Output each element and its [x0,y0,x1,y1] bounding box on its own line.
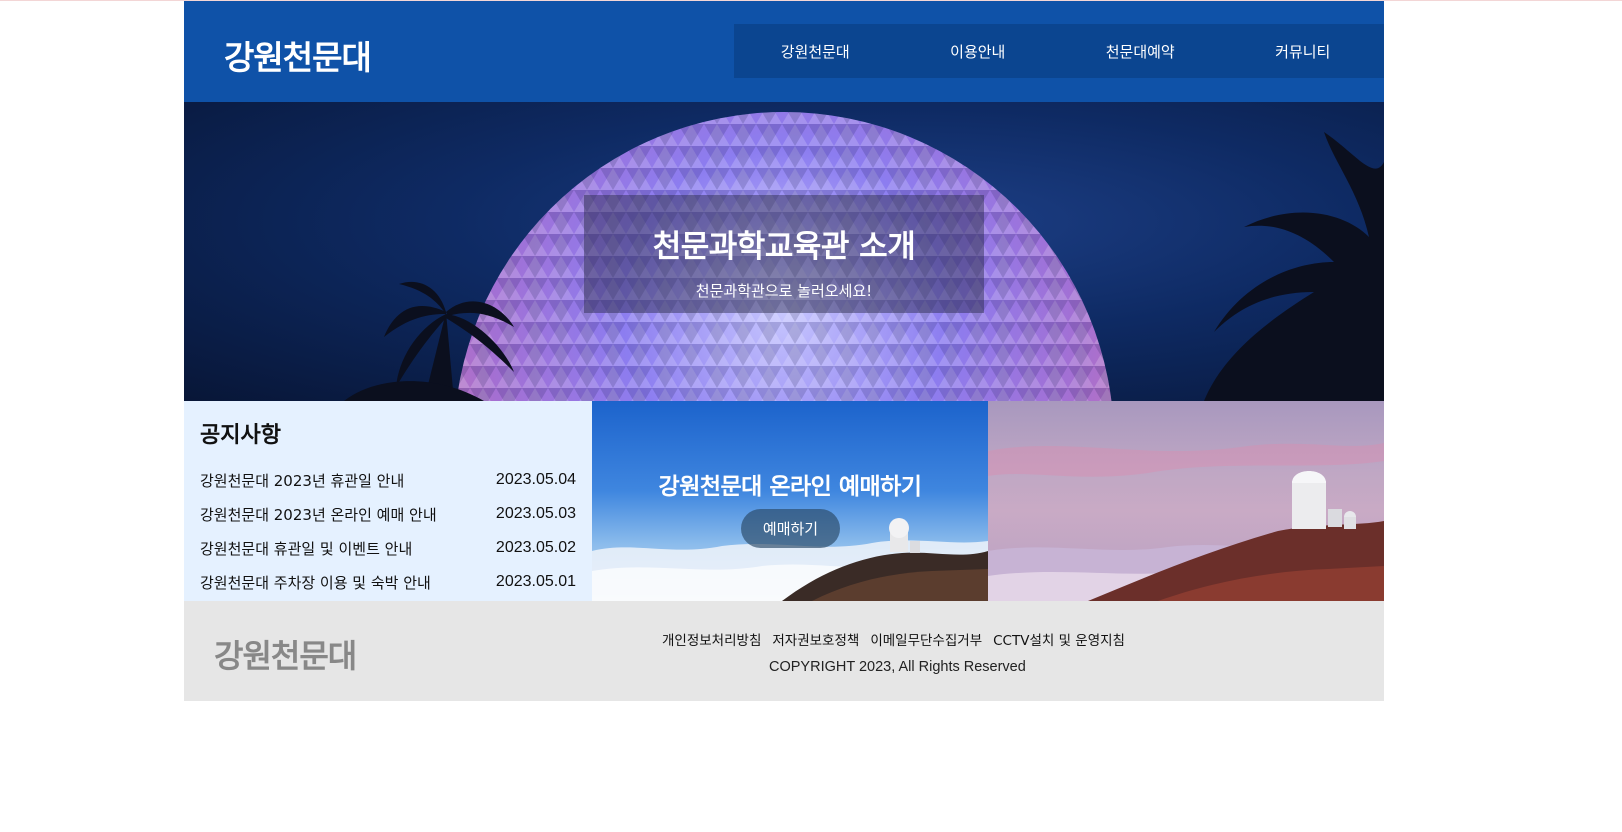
nav-item-reservation[interactable]: 천문대예약 [1059,24,1222,78]
site-footer: 강원천문대 개인정보처리방침 저자권보호정책 이메일무단수집거부 CCTV설치 … [184,601,1384,701]
notice-item-date: 2023.05.04 [495,471,576,488]
footer-link-cctv-policy[interactable]: CCTV설치 및 운영지침 [993,629,1125,649]
site-header: 강원천문대 강원천문대 이용안내 천문대예약 커뮤니티 [184,1,1384,102]
content-row: 공지사항 강원천문대 2023년 휴관일 안내 2023.05.04 강원천문대… [184,401,1384,601]
nav-item-guide[interactable]: 이용안내 [897,24,1060,78]
notice-title: 공지사항 [200,423,281,448]
hero-subtitle: 천문과학관으로 놀러오세요! [695,282,873,300]
booking-panel: 강원천문대 온라인 예매하기 예매하기 [592,401,988,601]
notice-item[interactable]: 강원천문대 2023년 휴관일 안내 2023.05.04 [200,463,576,497]
observatory-clouds-image [988,443,1384,601]
book-now-button[interactable]: 예매하기 [741,509,840,548]
footer-link-copyright-policy[interactable]: 저자권보호정책 [772,629,859,649]
copyright-text: COPYRIGHT 2023, All Rights Reserved [769,659,1026,675]
notice-item-date: 2023.05.02 [495,539,576,556]
notice-item-title[interactable]: 강원천문대 2023년 온라인 예매 안내 [200,504,437,525]
footer-link-privacy[interactable]: 개인정보처리방침 [662,629,761,649]
notice-item-title[interactable]: 강원천문대 2023년 휴관일 안내 [200,470,404,491]
notice-item[interactable]: 강원천문대 2023년 온라인 예매 안내 2023.05.03 [200,497,576,531]
nav-item-community[interactable]: 커뮤니티 [1222,24,1385,78]
main-nav: 강원천문대 이용안내 천문대예약 커뮤니티 [734,24,1384,78]
notice-item-date: 2023.05.01 [495,573,576,590]
footer-link-email-refusal[interactable]: 이메일무단수집거부 [870,629,982,649]
nav-item-observatory[interactable]: 강원천문대 [734,24,897,78]
hero-banner: 천문과학교육관 소개 천문과학관으로 놀러오세요! [184,102,1384,401]
notice-item-title[interactable]: 강원천문대 주차장 이용 및 숙박 안내 [200,572,431,593]
notice-item-date: 2023.05.03 [495,505,576,522]
notice-item[interactable]: 강원천문대 주차장 이용 및 숙박 안내 2023.05.01 [200,565,576,599]
footer-logo: 강원천문대 [214,637,357,675]
observatory-sky-image [592,518,988,601]
notice-item-title[interactable]: 강원천문대 휴관일 및 이벤트 안내 [200,538,412,559]
site-logo[interactable]: 강원천문대 [224,31,372,79]
footer-links: 개인정보처리방침 저자권보호정책 이메일무단수집거부 CCTV설치 및 운영지침 [662,629,1125,649]
notice-item[interactable]: 강원천문대 휴관일 및 이벤트 안내 2023.05.02 [200,531,576,565]
observatory-photo-panel [988,401,1384,601]
hero-caption-box: 천문과학교육관 소개 천문과학관으로 놀러오세요! [584,195,984,313]
hero-title: 천문과학교육관 소개 [652,229,916,265]
page-container: 강원천문대 강원천문대 이용안내 천문대예약 커뮤니티 천문과학교육관 소개 천… [184,1,1384,701]
booking-title: 강원천문대 온라인 예매하기 [658,474,922,500]
notice-panel: 공지사항 강원천문대 2023년 휴관일 안내 2023.05.04 강원천문대… [184,401,592,601]
